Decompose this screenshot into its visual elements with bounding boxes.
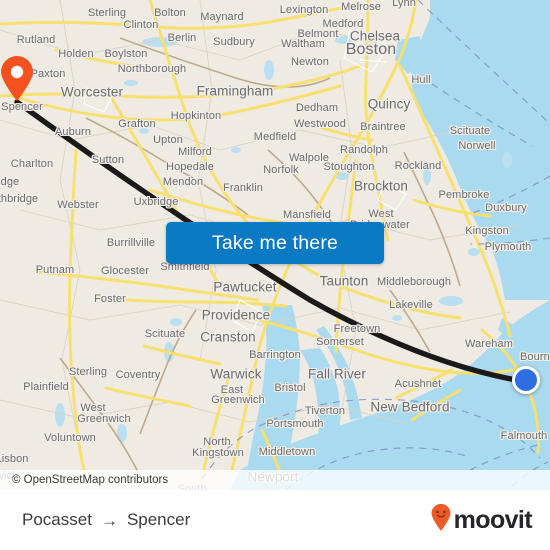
footer-bar: Pocasset → Spencer moovit bbox=[0, 490, 550, 550]
route-origin-label: Pocasset bbox=[22, 510, 92, 529]
moovit-trip-map-screen: Sterling Bolton Maynard Lexington Melrose Lyn… bbox=[0, 0, 550, 550]
map-attribution: © OpenStreetMap contributors bbox=[0, 470, 550, 490]
moovit-wordmark: moovit bbox=[453, 505, 533, 534]
take-me-there-label: Take me there bbox=[211, 231, 339, 254]
origin-map-marker[interactable] bbox=[512, 366, 540, 394]
take-me-there-button[interactable]: Take me there bbox=[166, 222, 384, 264]
moovit-logo[interactable]: moovit bbox=[430, 503, 533, 537]
attribution-text: © OpenStreetMap contributors bbox=[12, 474, 169, 486]
route-destination-label: Spencer bbox=[126, 510, 191, 529]
arrow-right-icon: → bbox=[100, 510, 118, 530]
moovit-pin-icon bbox=[430, 503, 452, 537]
route-summary: Pocasset → Spencer bbox=[22, 510, 190, 530]
